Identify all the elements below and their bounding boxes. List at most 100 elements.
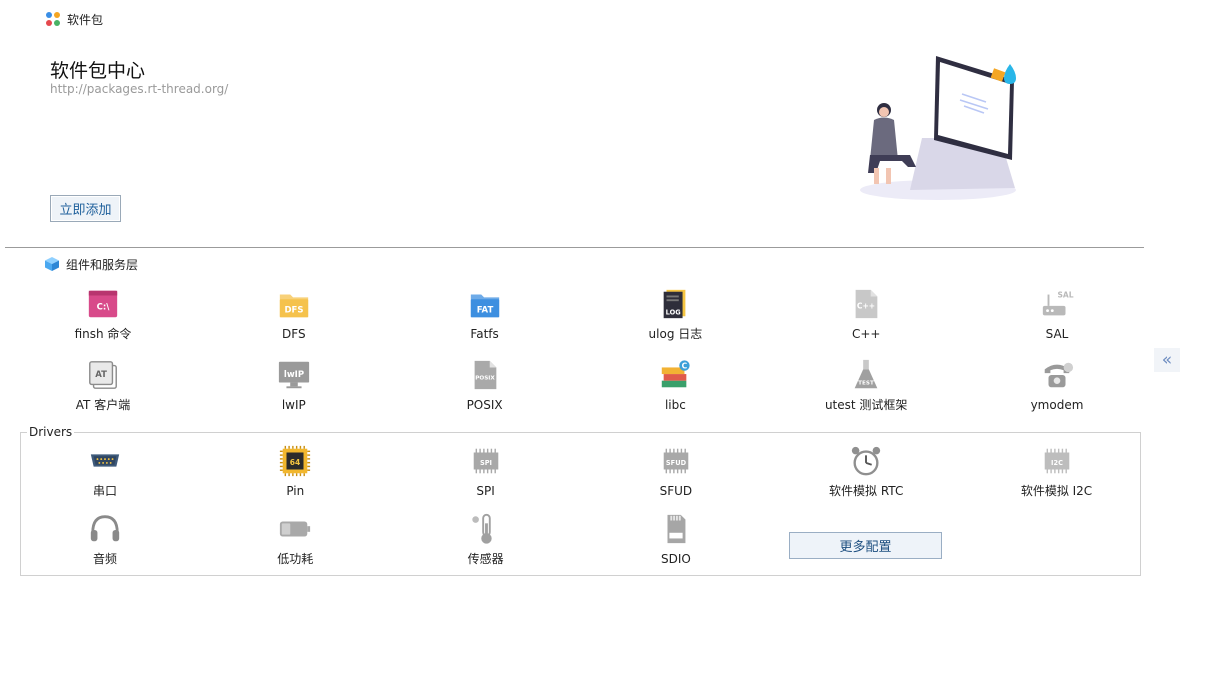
sd-card-icon-graphic — [667, 514, 686, 544]
package-item-telephone[interactable]: ymodem — [987, 357, 1127, 412]
folder-dfs-icon-graphic: DFS — [279, 294, 308, 318]
package-item-label: Fatfs — [470, 327, 499, 341]
package-item-battery[interactable]: 低功耗 — [225, 511, 365, 566]
chip-icon-graphic: 64 — [280, 445, 311, 477]
serial-port-icon — [87, 443, 123, 479]
i2c-chip-icon: I2C — [1039, 443, 1075, 479]
folder-fat-icon-graphic: FAT — [470, 294, 499, 318]
spi-chip-icon: SPI — [468, 443, 504, 479]
package-item-thermometer[interactable]: 传感器 — [416, 511, 556, 566]
router-icon: SAL — [1039, 286, 1075, 322]
app-title: 软件包 — [67, 12, 104, 27]
sd-card-icon — [658, 511, 694, 547]
package-item-label: SAL — [1045, 327, 1069, 341]
serial-port-icon-graphic — [90, 454, 120, 467]
components-section-title: 组件和服务层 — [66, 257, 139, 272]
books-icon-graphic: C — [662, 360, 691, 388]
package-item-label: SPI — [476, 484, 495, 498]
packages-url[interactable]: http://packages.rt-thread.org/ — [50, 82, 228, 96]
package-item-test-flask[interactable]: TEST utest 测试框架 — [796, 357, 936, 412]
package-item-posix-file[interactable]: POSIX POSIX — [415, 357, 555, 412]
svg-text:C:\: C:\ — [97, 303, 111, 313]
add-now-button[interactable]: 立即添加 — [50, 195, 121, 222]
page-title: 软件包中心 — [50, 60, 146, 82]
svg-text:SAL: SAL — [1057, 290, 1073, 299]
package-item-headphones[interactable]: 音频 — [35, 511, 175, 566]
package-item-at-client[interactable]: AT AT 客户端 — [33, 357, 173, 412]
headphones-icon — [87, 511, 123, 547]
package-item-label: utest 测试框架 — [824, 398, 908, 412]
drivers-group-title: Drivers — [27, 425, 75, 439]
i2c-chip-icon-graphic: I2C — [1044, 448, 1069, 474]
double-chevron-left-icon: « — [1161, 350, 1173, 370]
telephone-icon-graphic — [1044, 362, 1074, 388]
package-item-label: AT 客户端 — [75, 398, 131, 412]
svg-text:DFS: DFS — [284, 306, 303, 316]
person-with-laptop-illustration — [860, 56, 1016, 200]
cpp-file-icon: C++ — [848, 286, 884, 322]
router-icon-graphic: SAL — [1042, 290, 1074, 316]
spi-chip-icon-graphic: SPI — [473, 448, 498, 474]
package-item-label: 音频 — [92, 552, 117, 566]
package-item-folder-fat[interactable]: FAT Fatfs — [415, 286, 555, 341]
package-item-log-book[interactable]: LOG ulog 日志 — [605, 286, 745, 341]
collapse-panel-button[interactable]: « — [1154, 348, 1180, 372]
chip-icon: 64 — [277, 443, 313, 479]
books-icon: C — [657, 357, 693, 393]
package-item-label: ulog 日志 — [648, 327, 703, 341]
package-item-folder-dfs[interactable]: DFS DFS — [224, 286, 364, 341]
package-item-router[interactable]: SAL SAL — [987, 286, 1127, 341]
package-item-terminal[interactable]: C:\ finsh 命令 — [33, 286, 173, 341]
log-book-icon-graphic: LOG — [664, 289, 686, 319]
package-item-sfud-chip[interactable]: SFUD SFUD — [606, 443, 746, 498]
svg-text:LOG: LOG — [666, 308, 681, 316]
package-item-label: 串口 — [92, 484, 117, 498]
section-divider — [5, 247, 1144, 248]
battery-icon-graphic — [280, 521, 311, 537]
sfud-chip-icon: SFUD — [658, 443, 694, 479]
package-item-label: POSIX — [466, 398, 503, 412]
svg-text:64: 64 — [290, 458, 301, 467]
package-item-lwip-monitor[interactable]: lwIP lwIP — [224, 357, 364, 412]
svg-text:FAT: FAT — [476, 306, 493, 316]
terminal-icon: C:\ — [85, 286, 121, 322]
drivers-group — [20, 432, 1141, 576]
at-client-icon: AT — [85, 357, 121, 393]
battery-icon — [277, 511, 313, 547]
alarm-clock-icon — [848, 443, 884, 479]
package-item-chip[interactable]: 64 Pin — [225, 443, 365, 498]
svg-text:AT: AT — [95, 370, 107, 380]
svg-text:C: C — [682, 361, 688, 370]
posix-file-icon-graphic: POSIX — [474, 360, 496, 390]
package-item-label: DFS — [282, 327, 306, 341]
cube-icon — [45, 257, 59, 271]
package-item-serial-port[interactable]: 串口 — [35, 443, 175, 498]
alarm-clock-icon-graphic — [852, 446, 881, 476]
package-item-label: 低功耗 — [277, 552, 314, 566]
package-item-label: SFUD — [659, 484, 693, 498]
lwip-monitor-icon-graphic: lwIP — [278, 361, 309, 389]
cpp-file-icon-graphic: C++ — [855, 289, 878, 319]
svg-text:SPI: SPI — [480, 459, 492, 467]
package-item-sd-card[interactable]: SDIO — [606, 511, 746, 566]
headphones-icon-graphic — [90, 515, 120, 542]
telephone-icon — [1039, 357, 1075, 393]
package-item-books[interactable]: Clibc — [605, 357, 745, 412]
folder-fat-icon: FAT — [467, 286, 503, 322]
thermometer-icon-graphic — [471, 513, 492, 544]
app-header: 软件包 — [46, 11, 103, 27]
sfud-chip-icon-graphic: SFUD — [663, 448, 689, 474]
lwip-monitor-icon: lwIP — [276, 357, 312, 393]
log-book-icon: LOG — [657, 286, 693, 322]
svg-text:POSIX: POSIX — [475, 376, 495, 382]
folder-dfs-icon: DFS — [276, 286, 312, 322]
terminal-icon-graphic: C:\ — [88, 290, 118, 318]
package-item-label: 软件模拟 I2C — [1020, 484, 1093, 498]
package-item-label: SDIO — [660, 552, 691, 566]
package-item-cpp-file[interactable]: C++ C++ — [796, 286, 936, 341]
more-config-button[interactable]: 更多配置 — [789, 532, 942, 559]
package-item-spi-chip[interactable]: SPI SPI — [416, 443, 556, 498]
package-item-i2c-chip[interactable]: I2C 软件模拟 I2C — [987, 443, 1127, 498]
package-logo-icon — [46, 11, 61, 27]
package-item-alarm-clock[interactable]: 软件模拟 RTC — [796, 443, 936, 498]
